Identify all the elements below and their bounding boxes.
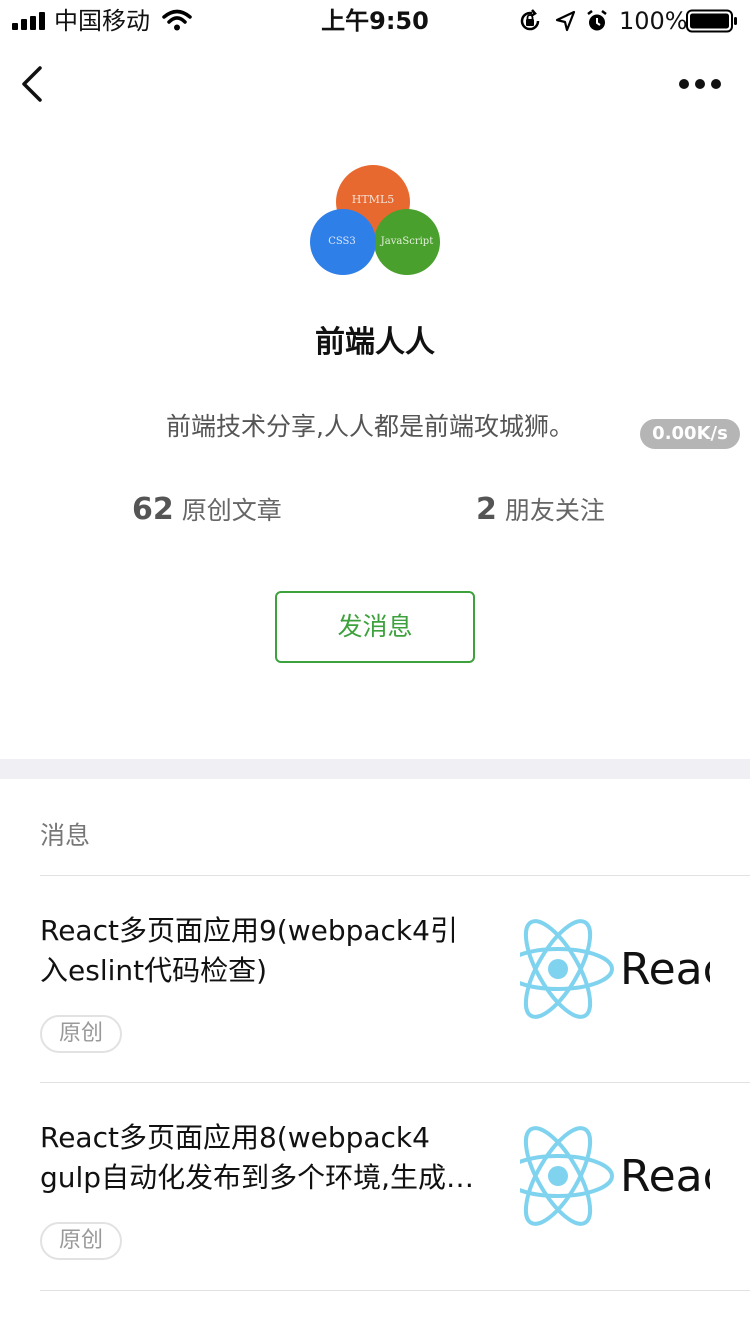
back-button[interactable]	[14, 60, 54, 108]
more-button[interactable]	[672, 66, 728, 102]
location-icon	[555, 10, 576, 32]
divider	[40, 1290, 750, 1291]
article-item[interactable]: React多页面应用8(webpack4 gulp自动化发布到多个环境,生成版本…	[0, 1083, 750, 1291]
react-thumbnail: React	[520, 1126, 710, 1226]
logo-html5-label: HTML5	[352, 193, 395, 206]
chevron-left-icon	[22, 66, 42, 102]
logo-css3-label: CSS3	[328, 236, 356, 247]
battery-icon	[686, 9, 737, 33]
original-tag: 原创	[40, 1015, 122, 1053]
alarm-icon	[587, 10, 607, 31]
rotation-lock-icon	[520, 9, 540, 31]
original-tag: 原创	[40, 1222, 122, 1260]
stat-label: 朋友关注	[504, 496, 605, 525]
section-separator	[0, 759, 750, 779]
react-wordmark: React	[620, 1151, 710, 1202]
stat-number: 62	[132, 492, 174, 527]
react-thumbnail: React	[520, 919, 710, 1019]
article-title: React多页面应用8(webpack4 gulp自动化发布到多个环境,生成版本…	[40, 1121, 474, 1194]
messages-section-title: 消息	[40, 821, 91, 850]
stat-label: 原创文章	[181, 496, 282, 525]
battery-percent: 100%	[619, 7, 688, 35]
account-name: 前端人人	[315, 325, 435, 360]
account-logo: HTML5 CSS3 JavaScript	[310, 165, 440, 275]
stat-friends-following[interactable]: 2 朋友关注	[476, 488, 605, 532]
article-item[interactable]: React多页面应用9(webpack4引入eslint代码检查) 原创 Rea…	[0, 876, 750, 1084]
react-wordmark: React	[620, 944, 710, 995]
send-message-button[interactable]: 发消息	[275, 591, 475, 663]
account-description: 前端技术分享,人人都是前端攻城狮。	[166, 412, 574, 441]
stat-number: 2	[476, 492, 497, 527]
stat-original-articles[interactable]: 62 原创文章	[132, 488, 282, 532]
network-speed-badge: 0.00K/s	[640, 419, 740, 449]
logo-javascript-label: JavaScript	[380, 236, 433, 247]
more-dots-icon	[679, 79, 721, 89]
article-title: React多页面应用9(webpack4引入eslint代码检查)	[40, 914, 458, 987]
status-bar: 中国移动 上午9:50 100%	[0, 0, 750, 42]
